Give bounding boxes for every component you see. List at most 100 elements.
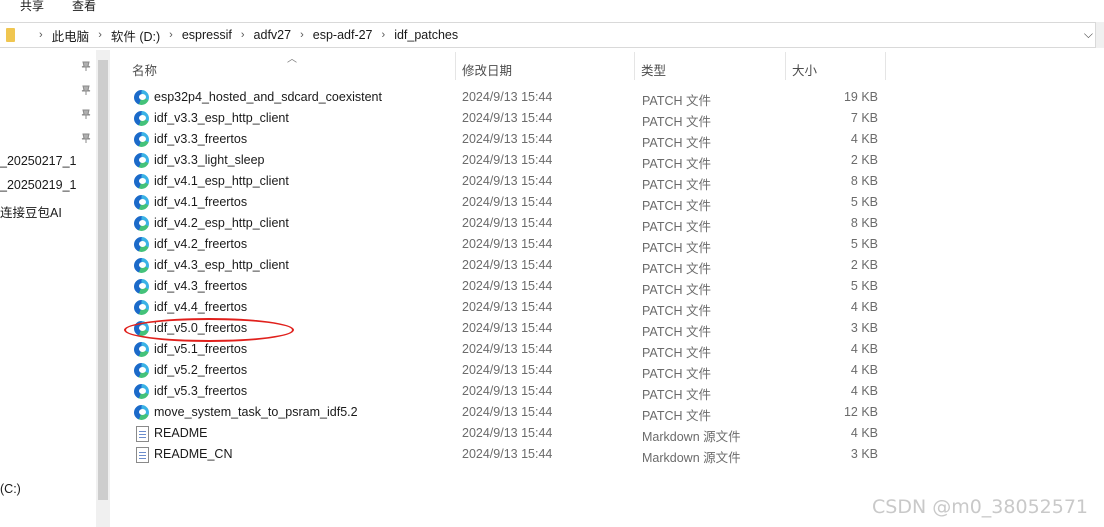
file-name: idf_v4.2_freertos — [154, 237, 248, 251]
chevron-right-icon[interactable]: › — [98, 29, 102, 41]
chevron-right-icon[interactable]: › — [169, 29, 173, 41]
file-date: 2024/9/13 15:44 — [462, 342, 553, 356]
file-date: 2024/9/13 15:44 — [462, 195, 553, 209]
file-type: PATCH 文件 — [642, 262, 711, 276]
file-name: idf_v4.2_esp_http_client — [154, 216, 289, 230]
nav-item[interactable]: _20250219_1 — [0, 178, 76, 192]
file-date: 2024/9/13 15:44 — [462, 174, 553, 188]
tab-view[interactable]: 查看 — [72, 0, 96, 14]
breadcrumb-espressif[interactable]: espressif — [182, 28, 232, 42]
file-row[interactable]: README_CN 2024/9/13 15:44 Markdown 源文件 3 KB — [120, 444, 890, 465]
file-type: PATCH 文件 — [642, 115, 711, 129]
navigation-pane: _20250217_1 _20250219_1 连接豆包AI (C:) — [0, 50, 96, 527]
nav-item[interactable]: 连接豆包AI — [0, 202, 62, 221]
column-header-date[interactable]: 修改日期 — [456, 50, 634, 82]
file-size: 4 KB — [850, 426, 878, 440]
file-row[interactable]: README 2024/9/13 15:44 Markdown 源文件 4 KB — [120, 423, 890, 444]
file-name: idf_v5.3_freertos — [154, 384, 248, 398]
file-type: PATCH 文件 — [642, 367, 711, 381]
address-bar[interactable]: › 此电脑 › 软件 (D:) › espressif › adfv27 › e… — [0, 22, 1096, 48]
file-date: 2024/9/13 15:44 — [462, 300, 553, 314]
file-row[interactable]: idf_v4.3_freertos 2024/9/13 15:44 PATCH 文件… — [120, 276, 890, 297]
column-divider[interactable] — [885, 52, 886, 80]
file-type: PATCH 文件 — [642, 220, 711, 234]
file-name: esp32p4_hosted_and_sdcard_coexistent — [154, 90, 382, 104]
chevron-right-icon[interactable]: › — [382, 29, 386, 41]
edge-icon — [134, 300, 149, 315]
edge-icon — [134, 216, 149, 231]
chevron-right-icon[interactable]: › — [300, 29, 304, 41]
markdown-file-icon — [136, 447, 149, 463]
file-size: 4 KB — [850, 384, 878, 398]
file-name: idf_v4.3_freertos — [154, 279, 248, 293]
column-header-size[interactable]: 大小 — [786, 50, 886, 82]
file-size: 4 KB — [850, 363, 878, 377]
pin-icon[interactable] — [80, 132, 92, 144]
file-date: 2024/9/13 15:44 — [462, 216, 553, 230]
nav-item-drive-c[interactable]: (C:) — [0, 482, 21, 496]
file-name: idf_v3.3_light_sleep — [154, 153, 265, 167]
column-header-name[interactable]: 名称 — [120, 50, 455, 82]
file-row[interactable]: idf_v4.2_esp_http_client 2024/9/13 15:44 P… — [120, 213, 890, 234]
column-header-label: 修改日期 — [462, 64, 513, 78]
pin-icon[interactable] — [80, 108, 92, 120]
file-date: 2024/9/13 15:44 — [462, 90, 553, 104]
file-row[interactable]: idf_v5.1_freertos 2024/9/13 15:44 PATCH 文件… — [120, 339, 890, 360]
nav-scrollbar-thumb[interactable] — [98, 60, 108, 500]
pin-icon[interactable] — [80, 84, 92, 96]
edge-icon — [134, 153, 149, 168]
edge-icon — [134, 174, 149, 189]
column-header-label: 大小 — [792, 64, 818, 78]
file-row[interactable]: idf_v3.3_esp_http_client 2024/9/13 15:44 P… — [120, 108, 890, 129]
file-name: idf_v4.4_freertos — [154, 300, 248, 314]
column-header-type[interactable]: 类型 — [635, 50, 785, 82]
file-size: 4 KB — [850, 300, 878, 314]
file-name: idf_v4.1_freertos — [154, 195, 248, 209]
file-row[interactable]: idf_v4.3_esp_http_client 2024/9/13 15:44 P… — [120, 255, 890, 276]
file-row[interactable]: idf_v4.1_esp_http_client 2024/9/13 15:44 P… — [120, 171, 890, 192]
file-row[interactable]: idf_v3.3_freertos 2024/9/13 15:44 PATCH 文件… — [120, 129, 890, 150]
edge-icon — [134, 111, 149, 126]
file-name: move_system_task_to_psram_idf5.2 — [154, 405, 358, 419]
breadcrumb-idf-patches[interactable]: idf_patches — [394, 28, 458, 42]
file-size: 4 KB — [850, 132, 878, 146]
breadcrumb: › 此电脑 › 软件 (D:) › espressif › adfv27 › e… — [30, 23, 458, 47]
file-row[interactable]: esp32p4_hosted_and_sdcard_coexistent 2024… — [120, 87, 890, 108]
file-size: 7 KB — [850, 111, 878, 125]
scrollbar[interactable] — [1096, 22, 1104, 48]
breadcrumb-this-pc[interactable]: 此电脑 — [52, 26, 90, 45]
edge-icon — [134, 132, 149, 147]
file-size: 3 KB — [850, 321, 878, 335]
edge-icon — [134, 405, 149, 420]
file-row[interactable]: idf_v4.2_freertos 2024/9/13 15:44 PATCH 文件… — [120, 234, 890, 255]
markdown-file-icon — [136, 426, 149, 442]
breadcrumb-esp-adf-27[interactable]: esp-adf-27 — [313, 28, 373, 42]
breadcrumb-drive-d[interactable]: 软件 (D:) — [111, 26, 160, 45]
edge-icon — [134, 363, 149, 378]
file-name: README_CN — [154, 447, 233, 461]
nav-item[interactable]: _20250217_1 — [0, 154, 76, 168]
file-type: PATCH 文件 — [642, 325, 711, 339]
file-date: 2024/9/13 15:44 — [462, 153, 553, 167]
file-date: 2024/9/13 15:44 — [462, 384, 553, 398]
file-row[interactable]: idf_v4.1_freertos 2024/9/13 15:44 PATCH 文件… — [120, 192, 890, 213]
file-type: PATCH 文件 — [642, 409, 711, 423]
file-name: idf_v3.3_freertos — [154, 132, 248, 146]
file-date: 2024/9/13 15:44 — [462, 279, 553, 293]
file-row[interactable]: idf_v5.3_freertos 2024/9/13 15:44 PATCH 文件… — [120, 381, 890, 402]
tab-share[interactable]: 共享 — [20, 0, 44, 14]
file-row[interactable]: idf_v4.4_freertos 2024/9/13 15:44 PATCH 文件… — [120, 297, 890, 318]
chevron-down-icon[interactable]: ⌵ — [1084, 27, 1093, 42]
file-row[interactable]: idf_v5.2_freertos 2024/9/13 15:44 PATCH 文件… — [120, 360, 890, 381]
file-row[interactable]: move_system_task_to_psram_idf5.2 2024/9/1… — [120, 402, 890, 423]
file-size: 12 KB — [843, 405, 878, 419]
pin-icon[interactable] — [80, 60, 92, 72]
breadcrumb-adfv27[interactable]: adfv27 — [254, 28, 292, 42]
edge-icon — [134, 279, 149, 294]
file-row[interactable]: idf_v3.3_light_sleep 2024/9/13 15:44 PATCH… — [120, 150, 890, 171]
chevron-right-icon[interactable]: › — [39, 29, 43, 41]
file-size: 8 KB — [850, 174, 878, 188]
file-date: 2024/9/13 15:44 — [462, 363, 553, 377]
file-type: PATCH 文件 — [642, 199, 711, 213]
chevron-right-icon[interactable]: › — [241, 29, 245, 41]
